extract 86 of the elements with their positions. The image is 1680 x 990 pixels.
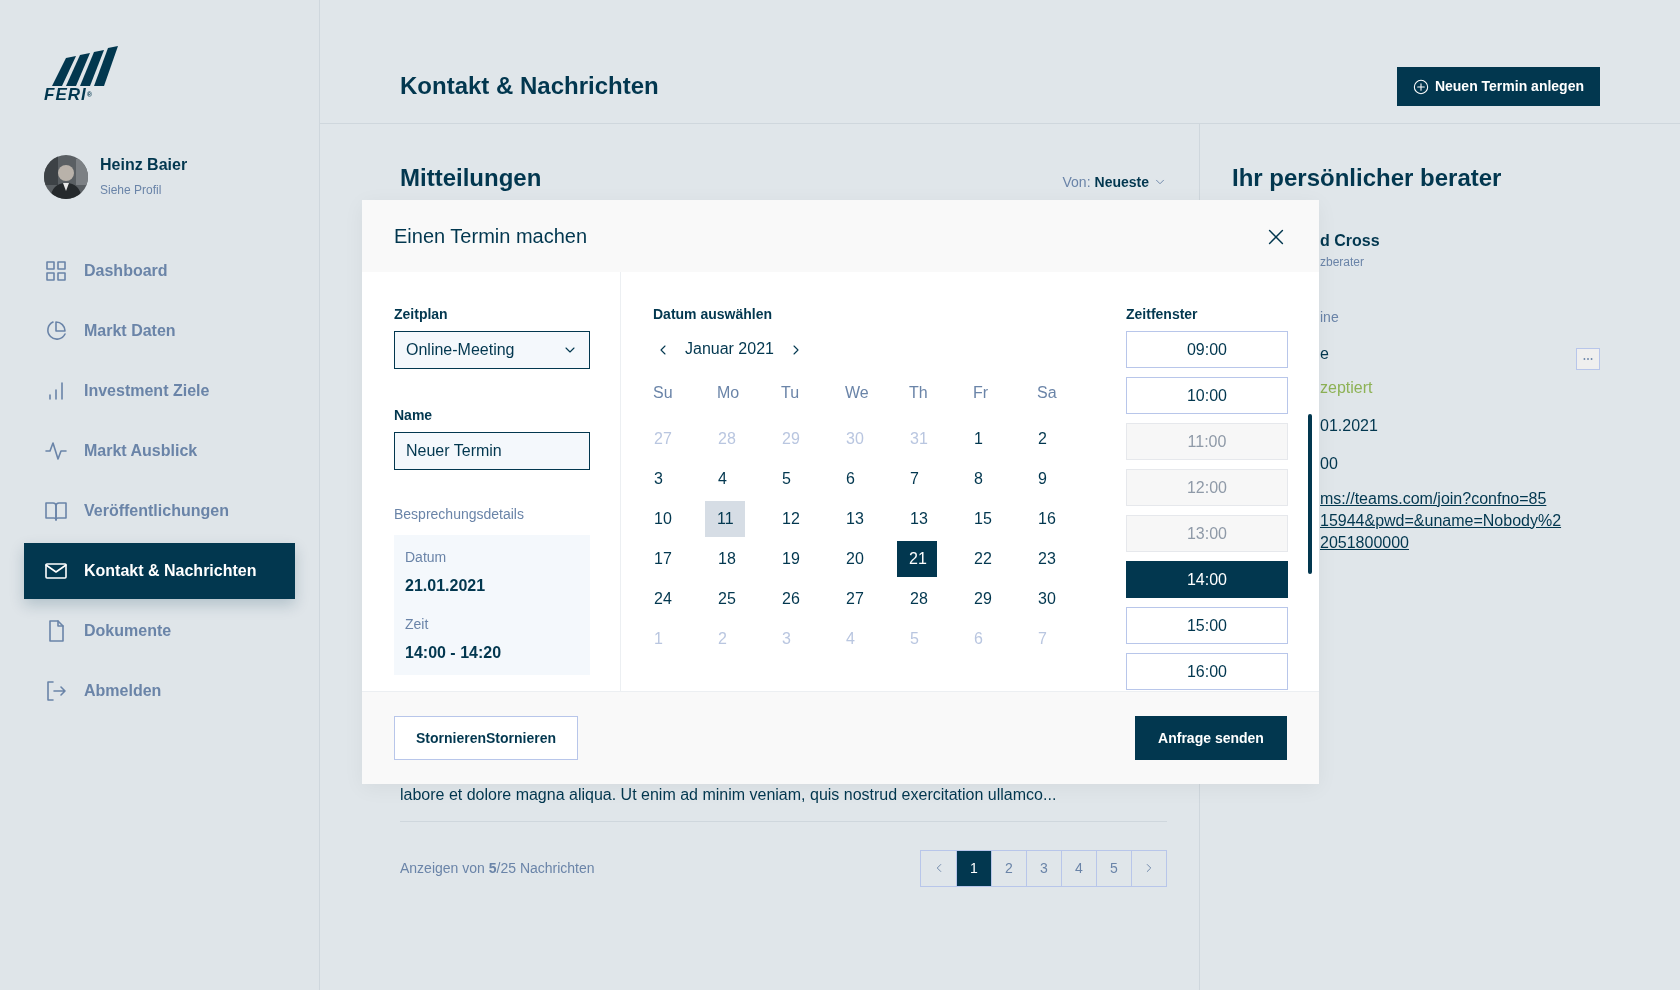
weekday-label: Tu <box>781 383 801 403</box>
calendar-day[interactable]: 20 <box>845 541 885 577</box>
field-value: 00 <box>1320 453 1338 474</box>
meeting-link[interactable]: 2051800000 <box>1320 531 1409 554</box>
details-title: Besprechungsdetails <box>394 505 525 524</box>
logo-text: FERI$^{®}$ <box>44 86 94 103</box>
advisor-role: zberater <box>1320 253 1365 271</box>
calendar-day[interactable]: 17 <box>653 541 693 577</box>
sort-dropdown[interactable]: Von: Neueste <box>1062 171 1167 193</box>
meeting-link[interactable]: ms://teams.com/join?confno=85 <box>1320 487 1547 510</box>
calendar-day[interactable]: 11 <box>705 501 745 537</box>
weekday-label: We <box>845 383 870 403</box>
calendar-day[interactable]: 30 <box>1037 581 1077 617</box>
section-title: Ihr persönlicher berater <box>1232 164 1503 193</box>
calendar-day[interactable]: 18 <box>717 541 757 577</box>
calendar-day[interactable]: 9 <box>1037 461 1077 497</box>
weekday-label: Sa <box>1037 383 1058 403</box>
calendar-day[interactable]: 28 <box>909 581 949 617</box>
detail-value: 21.01.2021 <box>405 576 487 596</box>
calendar-day[interactable]: 5 <box>781 461 821 497</box>
advisor-name: d Cross <box>1320 230 1380 251</box>
calendar-day[interactable]: 3 <box>653 461 693 497</box>
calendar-day[interactable]: 27 <box>845 581 885 617</box>
field-value: 01.2021 <box>1320 415 1378 436</box>
section-title: Mitteilungen <box>400 164 542 193</box>
user-name: Heinz Baier <box>100 155 188 175</box>
book-icon <box>44 499 68 523</box>
weekday-label: Fr <box>973 383 990 403</box>
page-button[interactable]: 1 <box>956 850 991 886</box>
time-slot-button[interactable]: 10:00 <box>1126 377 1288 414</box>
calendar-day[interactable]: 10 <box>653 501 693 537</box>
new-appointment-button[interactable]: Neuen Termin anlegen <box>1396 67 1600 106</box>
calendar-day[interactable]: 8 <box>973 461 1013 497</box>
calendar-day[interactable]: 2 <box>1037 421 1077 457</box>
more-button[interactable] <box>1576 348 1600 370</box>
calendar-day[interactable]: 21 <box>897 541 937 577</box>
field-label: Name <box>394 406 434 425</box>
calendar-day[interactable]: 12 <box>781 501 821 537</box>
sidebar-item[interactable]: Kontakt & Nachrichten <box>24 543 295 599</box>
field-label: Zeitplan <box>394 305 449 324</box>
logout-icon <box>44 679 68 703</box>
submit-button[interactable]: Anfrage senden <box>1135 716 1287 760</box>
more-icon <box>1583 357 1593 361</box>
name-input[interactable]: Neuer Termin <box>394 432 590 470</box>
grid-icon <box>44 259 68 283</box>
pie-chart-icon <box>44 319 68 343</box>
field-value: e <box>1320 343 1329 364</box>
time-slot-button[interactable]: 15:00 <box>1126 607 1288 644</box>
detail-value: 14:00 - 14:20 <box>405 643 503 663</box>
calendar-day[interactable]: 13 <box>909 501 949 537</box>
calendar-day[interactable]: 19 <box>781 541 821 577</box>
calendar-label: Zeitfenster <box>1126 305 1199 324</box>
status-text: zeptiert <box>1320 377 1373 398</box>
calendar-day[interactable]: 7 <box>909 461 949 497</box>
modal-title: Einen Termin machen <box>394 224 588 248</box>
pulse-icon <box>44 439 68 463</box>
schedule-select[interactable]: Online-Meeting <box>394 331 590 369</box>
calendar-day[interactable]: 26 <box>781 581 821 617</box>
scrollbar-thumb[interactable] <box>1308 414 1312 574</box>
calendar-day[interactable]: 24 <box>653 581 693 617</box>
message-count: Anzeigen von 5/25 Nachrichten <box>400 858 595 878</box>
month-label: Januar 2021 <box>685 339 774 359</box>
calendar-day[interactable]: 13 <box>845 501 885 537</box>
calendar-label: Datum auswählen <box>653 305 774 324</box>
time-slot-button[interactable]: 09:00 <box>1126 331 1288 368</box>
calendar-day[interactable]: 1 <box>973 421 1013 457</box>
detail-label: Datum <box>405 548 448 567</box>
weekday-label: Su <box>653 383 674 403</box>
field-label: ine <box>1320 307 1339 327</box>
calendar-day[interactable]: 25 <box>717 581 757 617</box>
weekday-label: Th <box>909 383 929 403</box>
plus-circle-icon <box>1412 78 1429 95</box>
calendar-day[interactable]: 22 <box>973 541 1013 577</box>
calendar-day[interactable]: 16 <box>1037 501 1077 537</box>
page-title: Kontakt & Nachrichten <box>400 72 659 101</box>
calendar-day[interactable]: 23 <box>1037 541 1077 577</box>
detail-label: Zeit <box>405 615 430 634</box>
time-slot-button[interactable]: 14:00 <box>1126 561 1288 598</box>
cancel-button[interactable]: StornierenStornieren <box>394 716 578 760</box>
calendar-day[interactable]: 15 <box>973 501 1013 537</box>
meeting-link[interactable]: 15944&pwd=&uname=Nobody%2 <box>1320 509 1562 532</box>
calendar-day[interactable]: 4 <box>717 461 757 497</box>
calendar-day[interactable]: 29 <box>973 581 1013 617</box>
calendar-day[interactable]: 6 <box>845 461 885 497</box>
time-slot-button[interactable]: 16:00 <box>1126 653 1288 690</box>
weekday-label: Mo <box>717 383 741 403</box>
